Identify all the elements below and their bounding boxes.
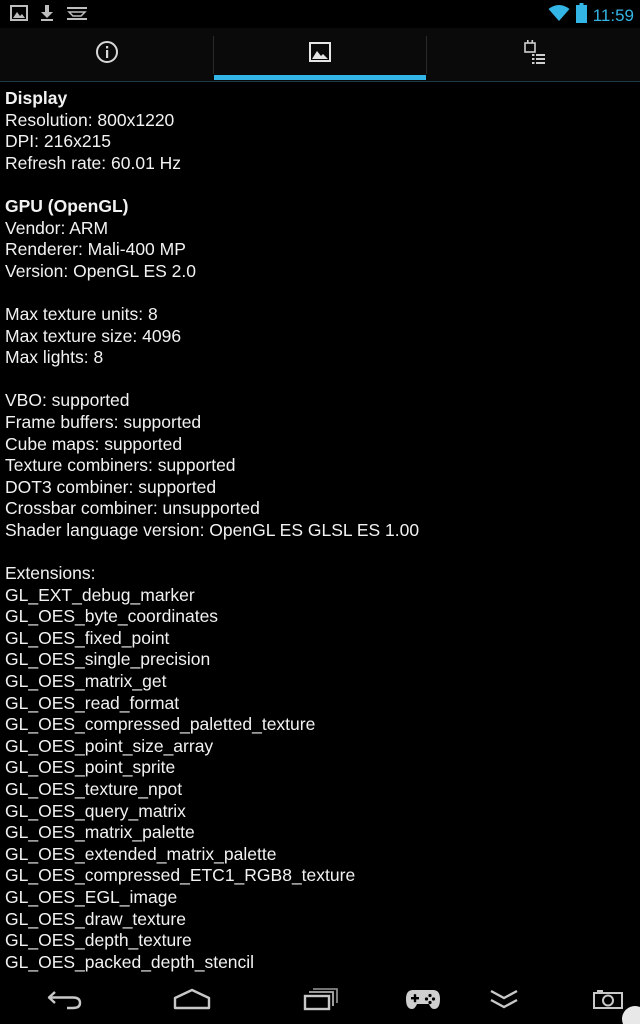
download-icon xyxy=(38,4,56,22)
tab-sensors[interactable] xyxy=(427,28,640,81)
info-line: Shader language version: OpenGL ES GLSL … xyxy=(5,519,420,540)
info-line: Refresh rate: 60.01 Hz xyxy=(5,152,182,173)
wifi-icon xyxy=(548,4,570,27)
info-line: Version: OpenGL ES 2.0 xyxy=(5,260,196,281)
screen: 11:59 Display Resolution: 800x1220 DPI: … xyxy=(0,0,640,1024)
info-line: GL_OES_read_format xyxy=(5,692,180,713)
usb-icon xyxy=(66,4,88,22)
back-icon xyxy=(47,988,83,1015)
menu-collapse-button[interactable] xyxy=(474,981,534,1021)
info-line: Max texture size: 4096 xyxy=(5,325,182,346)
info-line: GL_OES_query_matrix xyxy=(5,800,186,821)
section-header: Display xyxy=(5,88,68,108)
system-icons: 11:59 xyxy=(548,3,634,28)
image-notification-icon xyxy=(10,4,28,22)
info-line: GL_OES_compressed_paletted_texture xyxy=(5,714,316,735)
menu-collapse-icon xyxy=(488,988,520,1015)
info-line: GL_OES_texture_npot xyxy=(5,779,183,799)
info-line: Cube maps: supported xyxy=(5,433,183,454)
clock: 11:59 xyxy=(592,5,634,25)
info-line: GL_OES_point_size_array xyxy=(5,735,214,756)
recent-apps-button[interactable] xyxy=(291,981,351,1021)
info-line: GL_OES_matrix_get xyxy=(5,671,167,692)
tab-info[interactable] xyxy=(0,28,213,81)
info-icon xyxy=(95,40,119,69)
info-line: Max texture units: 8 xyxy=(5,303,158,324)
info-line: GL_OES_extended_matrix_palette xyxy=(5,843,277,864)
sensor-list-icon xyxy=(522,39,546,70)
notification-icons xyxy=(10,4,88,22)
info-line: GL_EXT_debug_marker xyxy=(5,584,195,605)
info-line: Extensions: xyxy=(5,563,96,584)
info-line: DOT3 combiner: supported xyxy=(5,476,217,497)
gamepad-button[interactable] xyxy=(393,981,453,1021)
info-list: Display Resolution: 800x1220 DPI: 216x215 R… xyxy=(0,82,640,973)
info-line: GL_OES_packed_depth_stencil xyxy=(5,951,255,972)
info-line: GL_OES_compressed_ETC1_RGB8_texture xyxy=(5,865,356,886)
info-line: GL_OES_draw_texture xyxy=(5,908,186,929)
info-line: GL_OES_fixed_point xyxy=(5,627,170,648)
info-line: Frame buffers: supported xyxy=(5,411,202,432)
info-line: Crossbar combiner: unsupported xyxy=(5,498,260,519)
home-icon xyxy=(172,988,212,1015)
info-line: GL_OES_single_precision xyxy=(5,649,211,670)
screenshot-icon xyxy=(592,988,624,1015)
gamepad-icon xyxy=(405,987,441,1016)
tab-bar xyxy=(0,28,640,82)
home-button[interactable] xyxy=(162,981,222,1021)
status-bar: 11:59 xyxy=(0,0,640,28)
info-line: DPI: 216x215 xyxy=(5,131,112,152)
info-line: GL_OES_byte_coordinates xyxy=(5,606,219,627)
info-line: GL_OES_point_sprite xyxy=(5,757,176,778)
navigation-bar xyxy=(0,975,640,1024)
info-line: Resolution: 800x1220 xyxy=(5,109,175,130)
section-header: GPU (OpenGL) xyxy=(5,195,129,216)
info-line: GL_OES_depth_texture xyxy=(5,930,192,951)
info-line: Vendor: ARM xyxy=(5,217,109,238)
info-line: GL_OES_matrix_palette xyxy=(5,822,195,843)
info-line: Renderer: Mali-400 MP xyxy=(5,239,186,260)
battery-icon xyxy=(575,3,587,28)
info-line: Max lights: 8 xyxy=(5,347,104,368)
info-line: Texture combiners: supported xyxy=(5,455,236,476)
selected-tab-indicator xyxy=(214,75,426,80)
display-image-icon xyxy=(309,42,331,67)
tab-display[interactable] xyxy=(214,28,426,81)
display-info-panel[interactable]: Display Resolution: 800x1220 DPI: 216x215 R… xyxy=(0,82,640,973)
recent-apps-icon xyxy=(303,987,339,1016)
info-line: GL_OES_EGL_image xyxy=(5,886,178,907)
back-button[interactable] xyxy=(35,981,95,1021)
info-line: VBO: supported xyxy=(5,390,130,411)
